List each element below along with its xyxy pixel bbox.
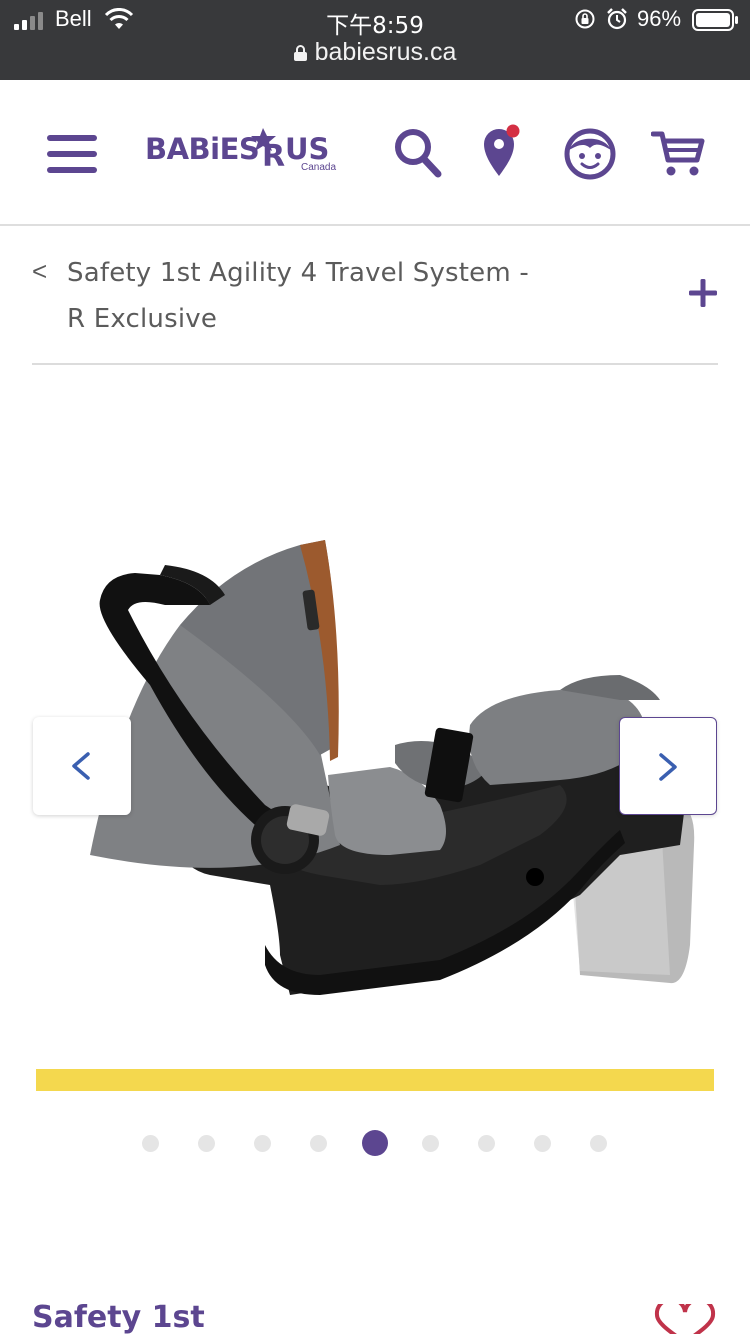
breadcrumb: < Safety 1st Agility 4 Travel System - R… <box>32 226 718 365</box>
site-header: BABiES R US Canada <box>0 80 750 226</box>
product-image-car-seat[interactable] <box>60 505 710 1005</box>
pagination-dot[interactable] <box>422 1135 439 1152</box>
orientation-lock-icon <box>575 9 595 29</box>
battery-icon <box>692 9 738 31</box>
wishlist-heart-icon[interactable] <box>653 1304 717 1334</box>
promo-accent-bar <box>36 1069 714 1091</box>
pagination-dot[interactable] <box>254 1135 271 1152</box>
pagination-dot[interactable] <box>198 1135 215 1152</box>
product-gallery <box>0 365 750 1065</box>
url-text: babiesrus.ca <box>314 38 457 66</box>
battery-percent: 96% <box>637 6 682 31</box>
svg-text:Canada: Canada <box>301 162 336 173</box>
breadcrumb-title[interactable]: Safety 1st Agility 4 Travel System - R E… <box>67 250 547 342</box>
pagination-dot-active[interactable] <box>362 1130 388 1156</box>
svg-text:BABiES: BABiES <box>145 132 259 166</box>
account-icon[interactable] <box>564 128 616 180</box>
store-locator-icon[interactable] <box>482 124 522 178</box>
babiesrus-logo[interactable]: BABiES R US Canada <box>145 122 350 180</box>
pagination-dot[interactable] <box>310 1135 327 1152</box>
back-link[interactable]: < <box>32 256 47 287</box>
cart-icon[interactable] <box>651 130 705 178</box>
pagination-dot[interactable] <box>142 1135 159 1152</box>
svg-text:R: R <box>262 139 285 174</box>
secure-lock-icon <box>293 45 307 61</box>
alarm-icon <box>607 8 627 30</box>
prev-image-button[interactable] <box>33 717 131 815</box>
search-icon[interactable] <box>394 128 442 178</box>
chevron-left-icon <box>72 752 90 780</box>
product-brand[interactable]: Safety 1st <box>32 1300 205 1334</box>
next-image-button[interactable] <box>619 717 717 815</box>
chevron-right-icon <box>659 753 677 781</box>
expand-plus-icon[interactable] <box>688 278 718 308</box>
pagination-dot[interactable] <box>534 1135 551 1152</box>
menu-icon[interactable] <box>47 135 97 173</box>
status-bar: Bell 下午8:59 96% babiesrus.ca <box>0 0 750 80</box>
svg-text:US: US <box>285 132 329 166</box>
pagination-dot[interactable] <box>590 1135 607 1152</box>
address-bar[interactable]: babiesrus.ca <box>0 38 750 67</box>
pagination-dot[interactable] <box>478 1135 495 1152</box>
gallery-pagination <box>0 1130 750 1158</box>
